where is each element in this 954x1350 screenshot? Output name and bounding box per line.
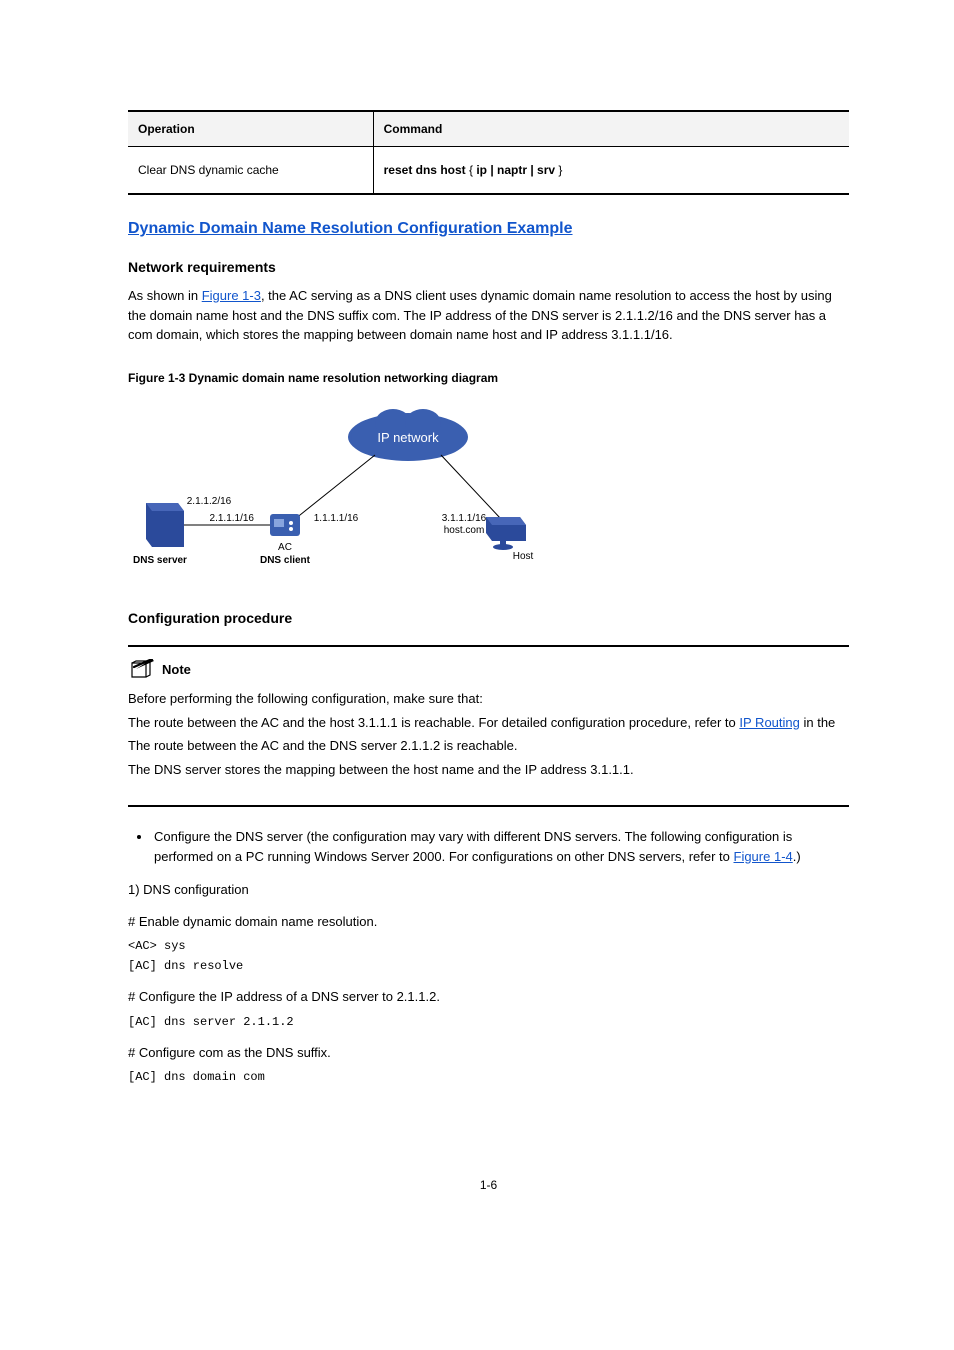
figure-link[interactable]: Figure 1-3 (202, 288, 261, 303)
figure-link[interactable]: Figure 1-4 (734, 849, 793, 864)
config-procedure-title: Configuration procedure (128, 608, 849, 629)
network-requirements-title: Network requirements (128, 257, 849, 278)
command-table: Operation Command Clear DNS dynamic cach… (128, 110, 849, 195)
step-comment: # Configure the IP address of a DNS serv… (128, 987, 849, 1007)
host-icon: 3.1.1.1/16 host.com Host (442, 513, 534, 562)
note-item: The route between the AC and the host 3.… (128, 713, 849, 733)
step-cmd: <AC> sys (128, 937, 849, 955)
note-item: The route between the AC and the DNS ser… (128, 736, 849, 756)
network-requirements-para: As shown in Figure 1-3, the AC serving a… (128, 286, 849, 345)
table-cell-operation: Clear DNS dynamic cache (128, 147, 373, 195)
table-row: Clear DNS dynamic cache reset dns host {… (128, 147, 849, 195)
dns-server-icon: DNS server 2.1.1.2/16 (133, 496, 232, 566)
table-cell-command: reset dns host { ip | naptr | srv } (373, 147, 849, 195)
cmd-bold: ip | naptr | srv (476, 163, 555, 177)
page-number: 1-6 (128, 1176, 849, 1194)
figure-caption: Figure 1-3 Dynamic domain name resolutio… (128, 369, 849, 387)
network-diagram: IP network DNS server 2.1.1.2/16 2.1.1.1… (128, 395, 849, 591)
dns-config-heading: 1) DNS configuration (128, 880, 849, 900)
section-dynamic-title: Dynamic Domain Name Resolution Configura… (128, 217, 849, 241)
config-bullet-list: Configure the DNS server (the configurat… (128, 827, 849, 866)
cmd-bold: reset dns host (384, 163, 466, 177)
cmd-plain: } (555, 163, 562, 177)
ip-routing-link[interactable]: IP Routing (739, 715, 799, 730)
note-item: The DNS server stores the mapping betwee… (128, 760, 849, 780)
dns-server-ip: 2.1.1.2/16 (187, 496, 232, 507)
ac-right-ip: 1.1.1.1/16 (314, 513, 359, 524)
note-block: Note Before performing the following con… (128, 645, 849, 807)
note-list: Before performing the following configur… (128, 689, 849, 779)
cmd-plain: { (466, 163, 477, 177)
host-domain: host.com (444, 525, 485, 536)
ac-left-ip: 2.1.1.1/16 (210, 513, 255, 524)
note-icon (128, 659, 156, 681)
ac-device-icon: 2.1.1.1/16 1.1.1.1/16 AC DNS client (210, 513, 359, 566)
dns-client-label: DNS client (260, 555, 311, 566)
host-ip: 3.1.1.1/16 (442, 513, 487, 524)
table-header-command: Command (373, 111, 849, 147)
nr-text: As shown in (128, 288, 202, 303)
ip-network-label: IP network (377, 430, 439, 445)
config-bullet-item: Configure the DNS server (the configurat… (152, 827, 849, 866)
note-item: Before performing the following configur… (128, 689, 849, 709)
step-cmd: [AC] dns server 2.1.1.2 (128, 1013, 849, 1031)
step-comment: # Configure com as the DNS suffix. (128, 1043, 849, 1063)
code-steps: # Enable dynamic domain name resolution.… (128, 912, 849, 1087)
step-comment: # Enable dynamic domain name resolution. (128, 912, 849, 932)
cloud-icon: IP network (348, 409, 468, 461)
note-label: Note (162, 660, 191, 680)
step-cmd: [AC] dns resolve (128, 957, 849, 975)
ac-label: AC (278, 542, 292, 553)
host-label: Host (513, 551, 534, 562)
table-header-operation: Operation (128, 111, 373, 147)
step-cmd: [AC] dns domain com (128, 1068, 849, 1086)
dns-server-label: DNS server (133, 555, 187, 566)
note-header: Note (128, 659, 849, 681)
